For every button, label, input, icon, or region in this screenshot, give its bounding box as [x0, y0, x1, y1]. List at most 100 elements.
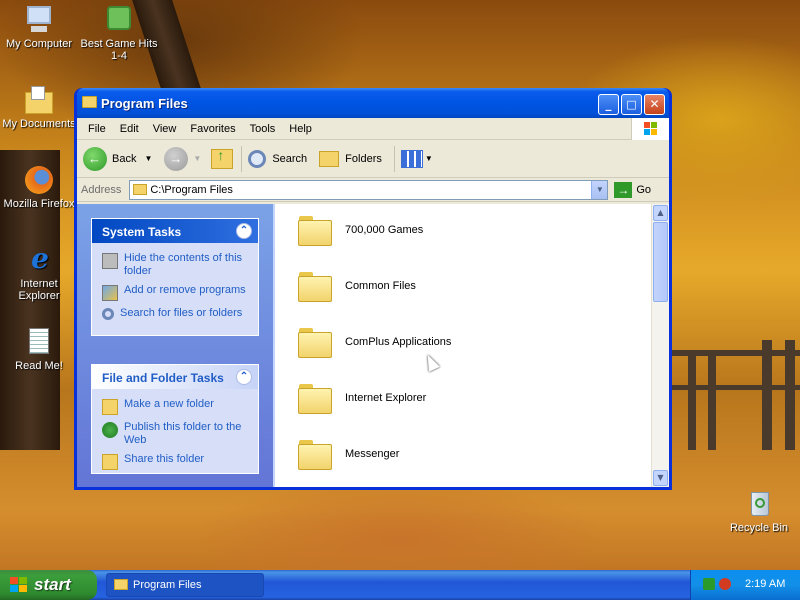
window-client: File Edit View Favorites Tools Help ← Ba…	[77, 118, 669, 487]
task-label: Search for files or folders	[120, 307, 243, 319]
clock[interactable]: 2:19 AM	[745, 578, 785, 590]
fence-post	[785, 340, 795, 450]
address-dropdown-button[interactable]: ▼	[591, 180, 608, 199]
up-folder-button[interactable]: ↑	[211, 147, 234, 169]
explorer-window: Program Files _ □ ✕ File Edit View Favor…	[74, 88, 672, 490]
desktop-icon-label: Read Me!	[15, 360, 63, 372]
firefox-icon	[23, 164, 55, 196]
desktop-icon-best-game-hits[interactable]: Best Game Hits 1-4	[80, 4, 158, 62]
fence-post	[708, 350, 716, 450]
folder-icon	[297, 270, 333, 302]
folder-icon	[297, 326, 333, 358]
menu-file[interactable]: File	[81, 123, 113, 135]
add-remove-programs-icon	[102, 285, 118, 301]
back-button[interactable]: ← Back ▼	[83, 146, 152, 171]
desktop-icon-read-me[interactable]: Read Me!	[0, 326, 78, 372]
back-label: Back	[112, 152, 137, 165]
task-search-files[interactable]: Search for files or folders	[92, 304, 258, 323]
share-folder-icon	[102, 454, 118, 470]
maximize-button[interactable]: □	[621, 94, 642, 115]
scroll-thumb[interactable]	[653, 222, 668, 302]
menu-edit[interactable]: Edit	[113, 123, 146, 135]
system-tasks-panel: System Tasks ⌃ Hide the contents of this…	[91, 218, 259, 336]
taskbar-item-program-files[interactable]: Program Files	[106, 573, 264, 597]
scroll-down-button[interactable]: ▼	[653, 470, 668, 486]
folder-item[interactable]: 700,000 Games	[297, 214, 423, 246]
system-tasks-header[interactable]: System Tasks ⌃	[92, 219, 258, 243]
address-value: C:\Program Files	[150, 183, 233, 196]
chevron-down-icon[interactable]: ▼	[144, 154, 152, 163]
windows-flag-icon	[10, 577, 28, 593]
desktop-icon-label: My Documents	[2, 118, 76, 130]
desktop-icon-my-computer[interactable]: My Computer	[0, 4, 78, 50]
fence-rail	[672, 350, 800, 356]
desktop-icon-my-documents[interactable]: My Documents	[0, 84, 78, 130]
task-make-new-folder[interactable]: Make a new folder	[92, 395, 258, 418]
fence-rail	[672, 385, 800, 390]
file-folder-tasks-header[interactable]: File and Folder Tasks ⌃	[92, 365, 258, 389]
start-button[interactable]: start	[0, 570, 97, 600]
collapse-chevron-icon[interactable]: ⌃	[236, 223, 252, 239]
internet-explorer-icon: e	[31, 242, 49, 275]
system-tray: 2:19 AM	[690, 570, 800, 600]
folder-label: ComPlus Applications	[345, 336, 452, 348]
task-publish-to-web[interactable]: Publish this folder to the Web	[92, 418, 258, 450]
forward-button[interactable]: → ▼	[164, 146, 201, 171]
notepad-icon	[23, 326, 55, 358]
folders-button[interactable]: Folders	[319, 150, 382, 167]
chevron-down-icon[interactable]: ▼	[193, 154, 201, 163]
address-bar: Address C:\Program Files ▼ → Go	[77, 178, 669, 202]
address-label: Address	[81, 183, 122, 196]
task-hide-folder-contents[interactable]: Hide the contents of this folder	[92, 249, 258, 281]
publish-web-icon	[102, 422, 118, 438]
up-folder-icon: ↑	[211, 147, 234, 169]
windows-logo-icon	[631, 118, 669, 140]
chevron-down-icon[interactable]: ▼	[425, 154, 433, 163]
task-pane: System Tasks ⌃ Hide the contents of this…	[77, 204, 273, 487]
menu-help[interactable]: Help	[282, 123, 319, 135]
desktop-icon-label: My Computer	[5, 38, 73, 50]
computer-icon	[23, 4, 55, 36]
hide-contents-icon	[102, 253, 118, 269]
security-alert-icon[interactable]	[719, 578, 731, 590]
go-arrow-icon[interactable]: →	[614, 181, 633, 198]
toolbar-separator	[241, 145, 243, 172]
menu-view[interactable]: View	[146, 123, 184, 135]
menu-tools[interactable]: Tools	[243, 123, 283, 135]
folder-item[interactable]: Common Files	[297, 270, 416, 302]
task-share-folder[interactable]: Share this folder	[92, 450, 258, 473]
start-label: start	[34, 575, 71, 594]
minimize-button[interactable]: _	[598, 94, 619, 115]
task-add-remove-programs[interactable]: Add or remove programs	[92, 281, 258, 304]
desktop-icon-recycle-bin[interactable]: Recycle Bin	[720, 488, 798, 534]
task-label: Hide the contents of this folder	[124, 252, 243, 277]
search-icon	[102, 308, 114, 320]
collapse-chevron-icon[interactable]: ⌃	[236, 369, 252, 385]
network-icon[interactable]	[703, 578, 715, 590]
vertical-scrollbar[interactable]: ▲ ▼	[651, 204, 669, 487]
title-bar[interactable]: Program Files _ □ ✕	[77, 88, 669, 118]
desktop-icon-mozilla-firefox[interactable]: Mozilla Firefox	[0, 164, 78, 210]
toolbar: ← Back ▼ → ▼ ↑ Search Folders ▼	[77, 140, 669, 178]
desktop-icon-label: Mozilla Firefox	[3, 198, 75, 210]
menu-favorites[interactable]: Favorites	[183, 123, 242, 135]
file-folder-tasks-title: File and Folder Tasks	[102, 371, 224, 385]
recycle-bin-icon	[743, 488, 775, 520]
desktop-icon-internet-explorer[interactable]: e Internet Explorer	[0, 242, 78, 303]
views-button[interactable]: ▼	[400, 149, 433, 168]
new-folder-icon	[102, 399, 118, 415]
address-input[interactable]: C:\Program Files ▼	[129, 179, 609, 200]
folder-label: Common Files	[345, 280, 416, 292]
scroll-up-button[interactable]: ▲	[653, 205, 668, 221]
desktop-icon-label: Internet Explorer	[18, 278, 60, 302]
close-button[interactable]: ✕	[644, 94, 665, 115]
toolbar-separator	[393, 145, 395, 172]
folder-icon	[297, 214, 333, 246]
task-label: Add or remove programs	[124, 284, 246, 296]
game-dice-icon	[103, 4, 135, 36]
search-button[interactable]: Search	[248, 149, 307, 168]
go-button[interactable]: Go	[636, 184, 651, 196]
folder-item[interactable]: Internet Explorer	[297, 382, 426, 414]
folder-item[interactable]: Messenger	[297, 438, 399, 470]
folder-icon	[297, 382, 333, 414]
